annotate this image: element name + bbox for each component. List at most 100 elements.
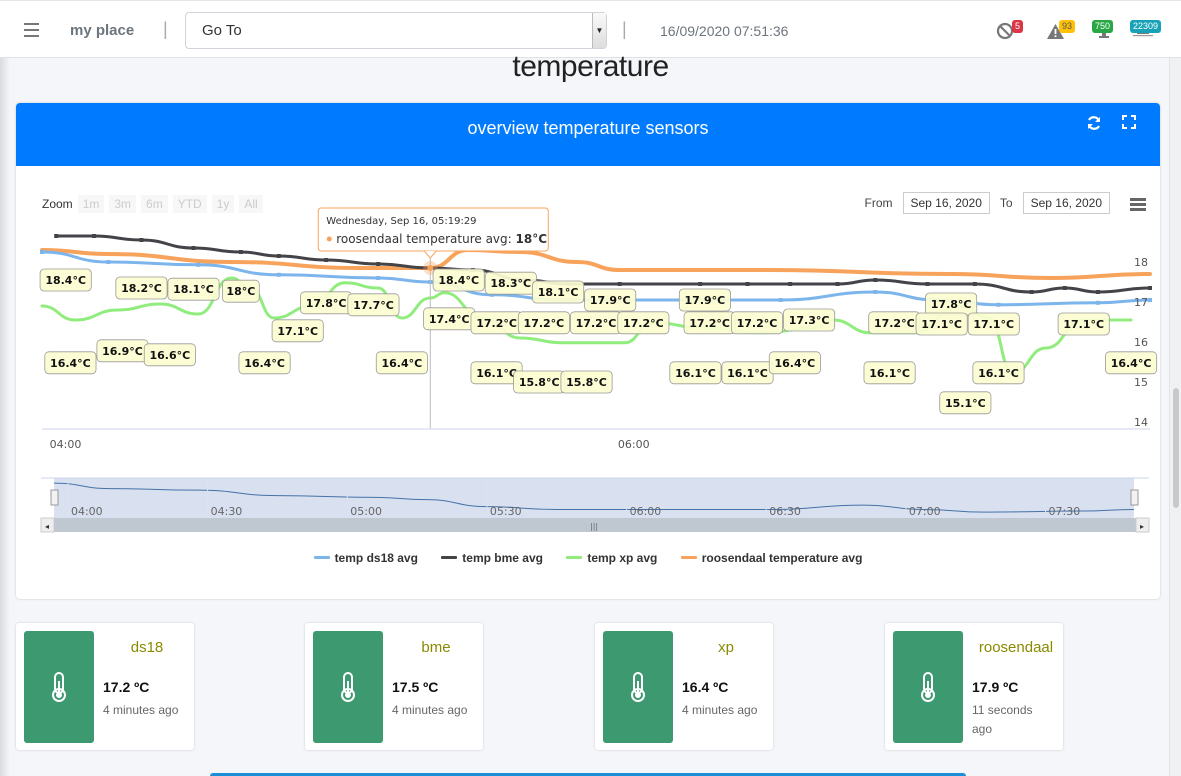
navigator-tick-label: 05:30 bbox=[490, 505, 522, 518]
data-label: 16.1°C bbox=[869, 367, 910, 380]
data-label: 16.4°C bbox=[382, 357, 423, 370]
warnings-indicator[interactable]: 93 bbox=[1046, 15, 1076, 45]
sensor-card-xp[interactable]: xp 16.4 ºC 4 minutes ago bbox=[595, 623, 773, 750]
data-label: 18.4°C bbox=[45, 274, 86, 287]
legend-label: roosendaal temperature avg bbox=[701, 550, 863, 565]
sensor-card-ds18[interactable]: ds18 17.2 ºC 4 minutes ago bbox=[16, 623, 194, 750]
data-point bbox=[139, 238, 144, 242]
data-label: 17.8°C bbox=[306, 297, 347, 310]
sensor-name: xp bbox=[718, 639, 734, 656]
tooltip-series-dot bbox=[326, 236, 332, 242]
data-label: 17.8°C bbox=[931, 298, 972, 311]
navigator-right-handle[interactable] bbox=[1130, 489, 1139, 506]
chart-panel: overview temperature sensors Zoom 1m 3m … bbox=[16, 103, 1160, 599]
goto-select[interactable]: Go To ▼ bbox=[185, 12, 607, 49]
data-point bbox=[873, 278, 878, 282]
y-tick-label: 14 bbox=[1134, 416, 1148, 429]
legend-item-xp[interactable]: temp xp avg bbox=[566, 551, 657, 565]
navigator-left-handle[interactable] bbox=[50, 489, 59, 506]
tooltip-pointer bbox=[423, 250, 437, 259]
y-tick-label: 16 bbox=[1134, 336, 1148, 349]
page-scrollbar[interactable] bbox=[1169, 58, 1181, 776]
page-title: temperature bbox=[512, 50, 669, 83]
goto-select-value: Go To bbox=[202, 22, 242, 39]
data-point bbox=[276, 254, 281, 258]
data-point bbox=[92, 234, 97, 238]
data-point bbox=[698, 282, 703, 286]
data-label: 18.2°C bbox=[121, 282, 162, 295]
data-label: 16.1°C bbox=[675, 367, 716, 380]
data-point bbox=[191, 246, 196, 250]
data-point bbox=[745, 282, 750, 286]
sensor-icon-box bbox=[603, 631, 673, 743]
data-point bbox=[1095, 300, 1100, 305]
legend-item-bme[interactable]: temp bme avg bbox=[441, 551, 543, 565]
y-tick-label: 17 bbox=[1134, 296, 1148, 309]
devices-indicator[interactable]: 22309 bbox=[1130, 15, 1162, 45]
sensor-card-bme[interactable]: bme 17.5 ºC 4 minutes ago bbox=[305, 623, 483, 750]
data-point bbox=[376, 262, 381, 266]
data-point bbox=[873, 290, 878, 294]
sensor-updated: 4 minutes ago bbox=[103, 703, 179, 717]
chevron-down-icon[interactable]: ▼ bbox=[592, 13, 606, 48]
sensor-value: 17.2 ºC bbox=[103, 679, 150, 695]
data-point bbox=[196, 262, 201, 267]
sensor-value: 17.9 ºC bbox=[972, 679, 1019, 695]
data-point bbox=[925, 282, 930, 286]
menu-toggle-icon[interactable] bbox=[24, 23, 39, 37]
legend-swatch bbox=[566, 556, 583, 559]
brand-link[interactable]: my place bbox=[70, 22, 134, 39]
data-label: 16.4°C bbox=[244, 357, 285, 370]
sensor-card-roosendaal[interactable]: roosendaal 17.9 ºC 11 seconds ago bbox=[885, 623, 1063, 750]
data-point bbox=[778, 298, 783, 302]
data-label: 17.2°C bbox=[476, 317, 517, 330]
nodes-count-badge: 750 bbox=[1092, 20, 1114, 33]
clock-readout: 16/09/2020 07:51:36 bbox=[660, 23, 789, 39]
scrollbar-grip-icon: ||| bbox=[590, 522, 598, 531]
hover-marker bbox=[427, 265, 434, 271]
data-label: 17.2°C bbox=[874, 317, 915, 330]
sensor-updated: 11 seconds ago bbox=[972, 703, 1033, 736]
legend-label: temp bme avg bbox=[462, 550, 543, 565]
sensor-icon-box bbox=[893, 631, 963, 743]
data-label: 16.1°C bbox=[978, 367, 1019, 380]
scroll-right-arrow-icon: ▸ bbox=[1140, 522, 1144, 531]
data-label: 16.1°C bbox=[727, 367, 768, 380]
data-label: 17.1°C bbox=[973, 318, 1014, 331]
legend-item-ds18[interactable]: temp ds18 avg bbox=[313, 550, 418, 565]
nodes-indicator[interactable]: 750 bbox=[1091, 15, 1121, 45]
x-tick-label: 06:00 bbox=[618, 438, 650, 451]
legend-label: temp ds18 avg bbox=[334, 550, 418, 565]
sensor-icon-box bbox=[313, 631, 383, 743]
sensor-value: 16.4 ºC bbox=[682, 679, 729, 695]
data-label: 17.1°C bbox=[277, 325, 318, 338]
navigator-tick-label: 04:30 bbox=[211, 505, 243, 518]
sensor-updated: 4 minutes ago bbox=[682, 703, 758, 717]
data-point bbox=[972, 282, 977, 286]
chart-legend: temp ds18 avg temp bme avg temp xp avg r… bbox=[16, 548, 1160, 565]
data-label: 18.1°C bbox=[173, 283, 214, 296]
y-tick-label: 18 bbox=[1134, 256, 1148, 269]
sidebar-edge-shadow bbox=[0, 58, 10, 776]
data-point bbox=[324, 258, 329, 262]
data-point bbox=[1148, 298, 1152, 302]
legend-swatch bbox=[441, 556, 458, 559]
data-label: 17.2°C bbox=[689, 317, 730, 330]
data-point bbox=[54, 234, 59, 238]
data-point bbox=[276, 272, 281, 277]
legend-label: temp xp avg bbox=[587, 550, 658, 565]
scrollbar-thumb[interactable] bbox=[1173, 388, 1179, 508]
thermometer-icon bbox=[631, 672, 645, 702]
y-tick-label: 15 bbox=[1134, 376, 1148, 389]
sensor-name: bme bbox=[421, 639, 451, 656]
data-label: 18.4°C bbox=[438, 274, 479, 287]
data-label: 17.1°C bbox=[921, 318, 962, 331]
blocked-indicator[interactable]: 5 bbox=[996, 15, 1026, 45]
sensor-name: roosendaal bbox=[978, 639, 1054, 656]
data-point bbox=[376, 276, 381, 280]
legend-item-roosendaal[interactable]: roosendaal temperature avg bbox=[680, 550, 863, 565]
data-label: 16.4°C bbox=[1111, 357, 1152, 370]
navigator-tick-label: 05:00 bbox=[350, 505, 382, 518]
data-label: 17.2°C bbox=[576, 317, 617, 330]
data-label: 17.7°C bbox=[353, 299, 394, 312]
